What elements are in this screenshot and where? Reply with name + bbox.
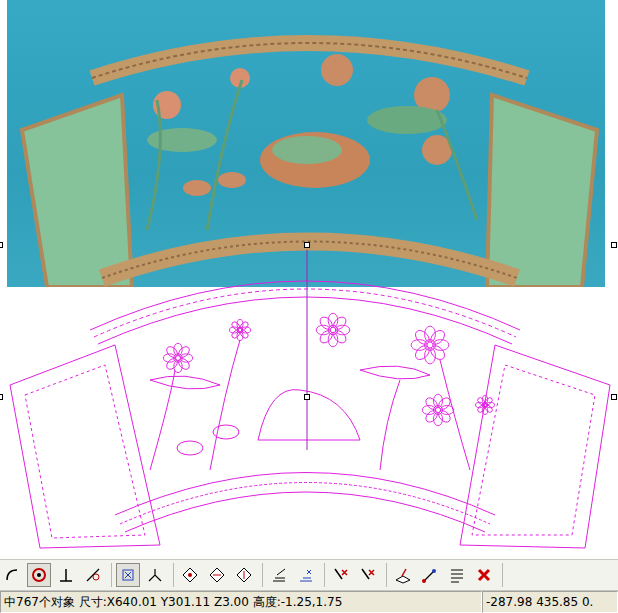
status-bar: 中767个对象 尺寸:X640.01 Y301.11 Z3.00 高度:-1.2… [0, 591, 618, 613]
flower-icon [230, 320, 251, 341]
tool-icon [359, 566, 377, 584]
toolbar-button[interactable] [391, 563, 415, 587]
toolbar-group [267, 563, 325, 587]
selection-handle[interactable] [304, 242, 310, 248]
selection-handle[interactable] [0, 394, 3, 400]
flower-icon [476, 396, 495, 415]
toolbar-group [178, 563, 263, 587]
app-window: 中767个对象 尺寸:X640.01 Y301.11 Z3.00 高度:-1.2… [0, 0, 618, 613]
toolbar-button[interactable] [116, 563, 140, 587]
flower-icon [316, 313, 350, 347]
tool-icon [235, 566, 253, 584]
toolbar-button[interactable] [205, 563, 229, 587]
flower-icon [422, 394, 454, 426]
toolbar-button[interactable] [178, 563, 202, 587]
tool-icon [448, 566, 466, 584]
vector-drawing[interactable] [0, 0, 618, 559]
toolbar-group [0, 563, 112, 587]
tool-icon [3, 566, 21, 584]
tool-icon [146, 566, 164, 584]
toolbar-button[interactable] [418, 563, 442, 587]
tool-icon [181, 566, 199, 584]
toolbar-button[interactable] [294, 563, 318, 587]
tool-icon [297, 566, 315, 584]
flower-icon [163, 343, 192, 372]
toolbar-button[interactable] [356, 563, 380, 587]
toolbar-button[interactable] [445, 563, 469, 587]
design-canvas[interactable] [0, 0, 618, 559]
toolbar-button[interactable] [81, 563, 105, 587]
tool-icon [394, 566, 412, 584]
toolbar-button[interactable] [267, 563, 291, 587]
tool-icon [332, 566, 350, 584]
toolbar-group [391, 563, 503, 587]
selection-handle[interactable] [611, 242, 617, 248]
toolbar-button[interactable] [0, 563, 24, 587]
toolbar-group [116, 563, 174, 587]
tool-icon [475, 566, 493, 584]
flower-icon [411, 326, 449, 364]
toolbar-group [329, 563, 387, 587]
tool-icon [30, 566, 48, 584]
cursor-coordinates: -287.98 435.85 0. [482, 591, 618, 613]
tool-icon [84, 566, 102, 584]
toolbar-button[interactable] [232, 563, 256, 587]
selection-handle[interactable] [0, 242, 3, 248]
tool-icon [208, 566, 226, 584]
tool-icon [57, 566, 75, 584]
selection-handle[interactable] [304, 394, 310, 400]
tool-icon [270, 566, 288, 584]
toolbar-button[interactable] [27, 563, 51, 587]
selection-handle[interactable] [611, 394, 617, 400]
tool-icon [119, 566, 137, 584]
tool-icon [421, 566, 439, 584]
selection-info: 中767个对象 尺寸:X640.01 Y301.11 Z3.00 高度:-1.2… [0, 591, 482, 613]
toolbar-button[interactable] [54, 563, 78, 587]
toolbar [0, 559, 618, 591]
toolbar-button[interactable] [329, 563, 353, 587]
toolbar-button[interactable] [143, 563, 167, 587]
toolbar-button[interactable] [472, 563, 496, 587]
